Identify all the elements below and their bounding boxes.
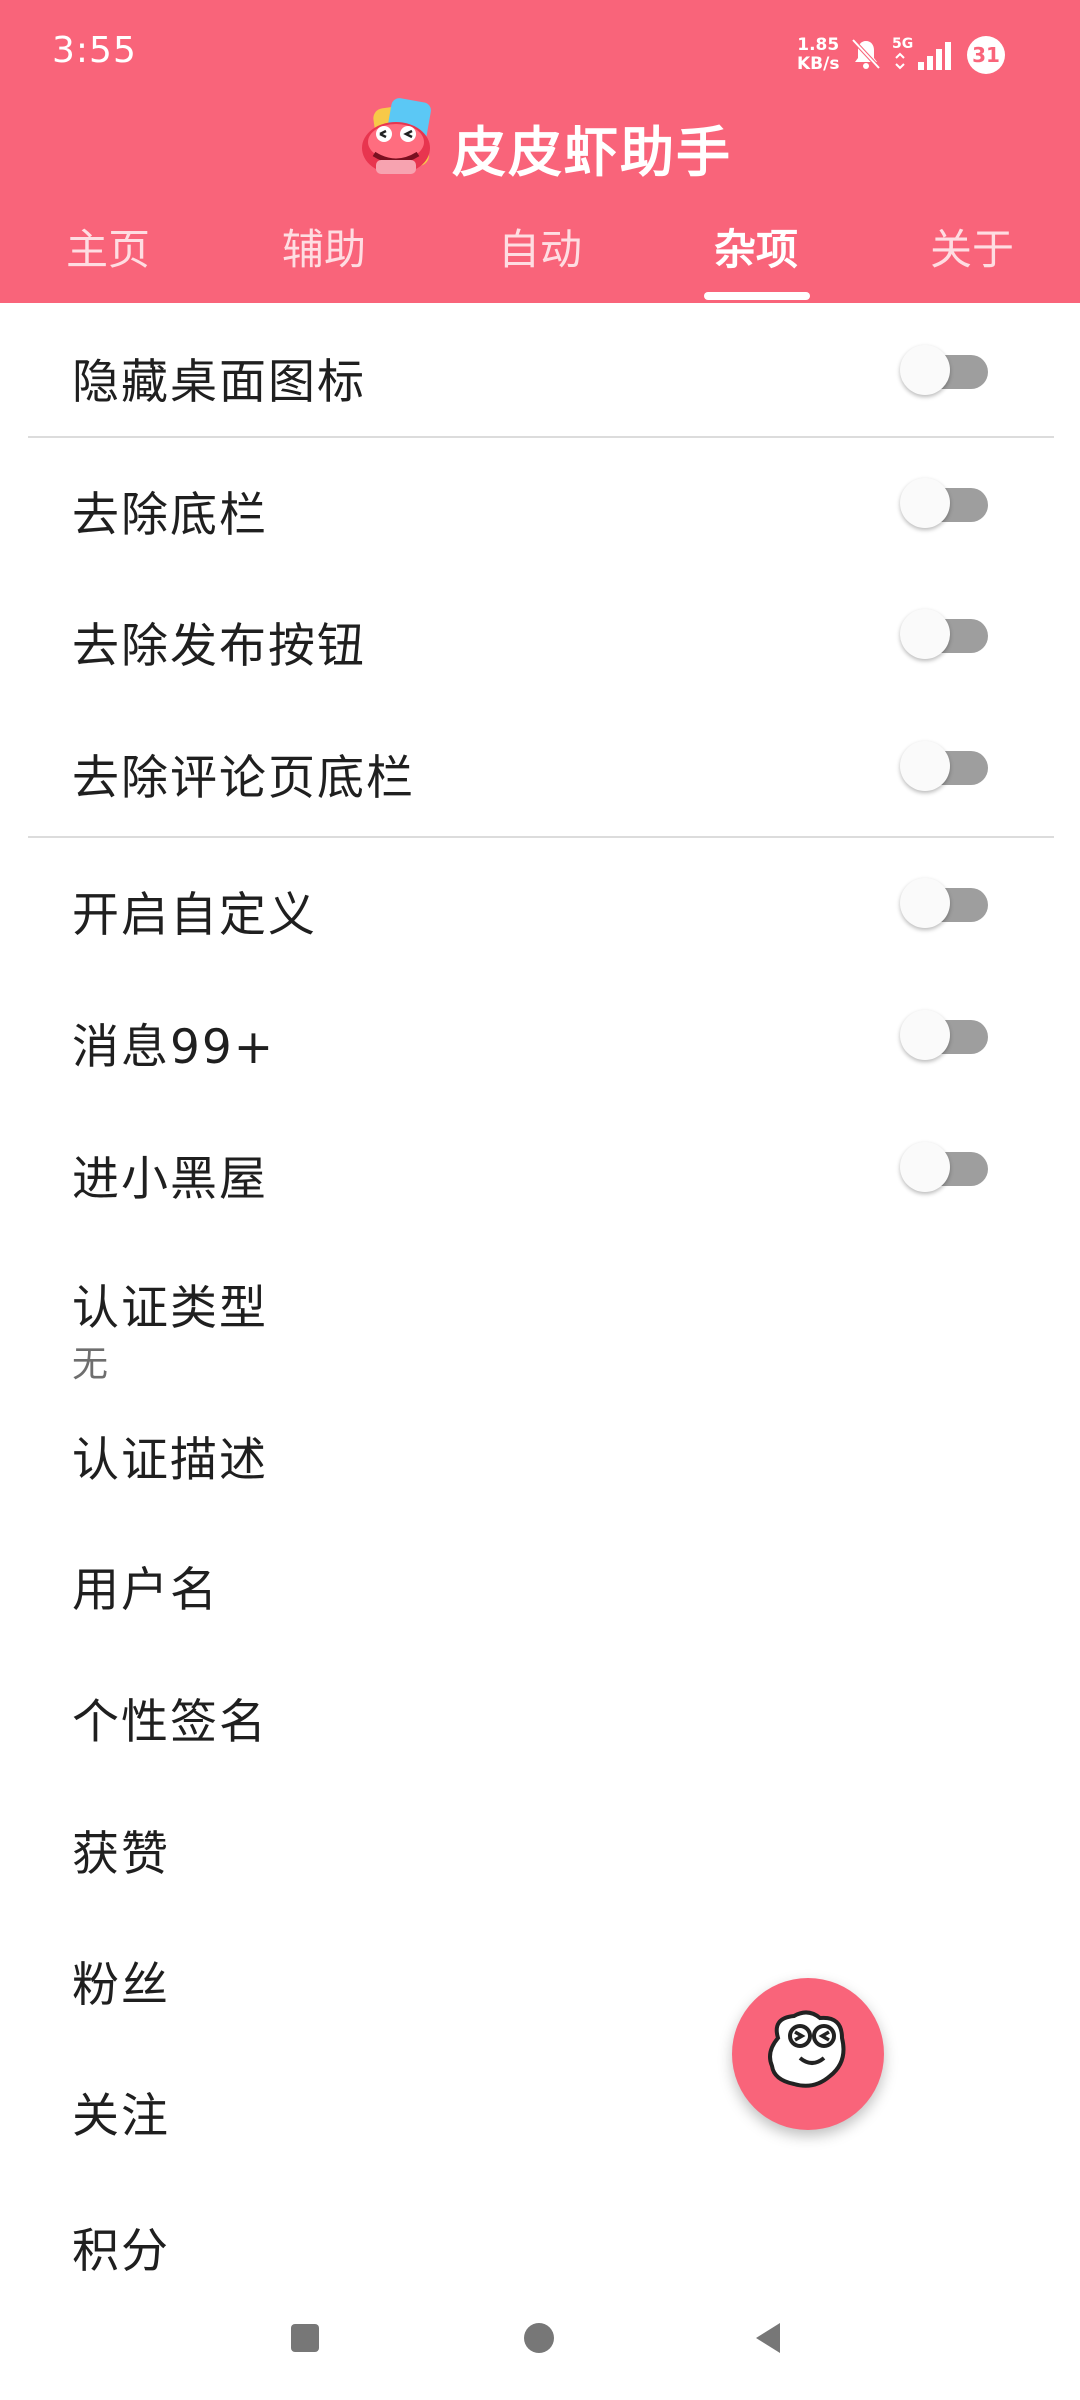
toggle-thumb	[900, 345, 950, 395]
network-speed: 1.85 KB/s	[797, 36, 839, 74]
black-room-toggle[interactable]	[900, 1142, 990, 1194]
status-bar: 3:55 1.85 KB/s 5G 31	[0, 0, 1080, 110]
setting-label: 个性签名	[72, 1695, 268, 1750]
setting-row-hide-icon[interactable]: 隐藏桌面图标	[0, 303, 1080, 436]
tab-auto[interactable]: 自动	[432, 210, 648, 303]
floating-action-button[interactable]	[732, 1978, 884, 2130]
setting-label: 粉丝	[72, 1958, 170, 2013]
setting-label: 进小黑屋	[72, 1152, 268, 1207]
toggle-thumb	[900, 1142, 950, 1192]
tab-home[interactable]: 主页	[0, 210, 216, 303]
network-speed-value: 1.85	[797, 35, 840, 55]
setting-label: 认证类型	[72, 1281, 268, 1336]
setting-row-remove-publish-button[interactable]: 去除发布按钮	[0, 570, 1080, 702]
setting-row-username[interactable]: 用户名	[0, 1515, 1080, 1647]
tab-about[interactable]: 关于	[864, 210, 1080, 303]
setting-row-auth-type[interactable]: 认证类型 无	[0, 1235, 1080, 1385]
home-icon[interactable]	[524, 2323, 554, 2353]
app-header: 3:55 1.85 KB/s 5G 31 皮皮虾助手 主页 辅助 自动 杂项 关…	[0, 0, 1080, 303]
toggle-thumb	[900, 878, 950, 928]
setting-row-remove-comment-bottom-bar[interactable]: 去除评论页底栏	[0, 702, 1080, 835]
setting-label: 用户名	[72, 1563, 219, 1618]
setting-row-black-room[interactable]: 进小黑屋	[0, 1102, 1080, 1235]
back-icon[interactable]	[756, 2323, 780, 2353]
app-logo-icon	[362, 98, 431, 174]
remove-comment-bottom-bar-toggle[interactable]	[900, 741, 990, 793]
setting-row-auth-desc[interactable]: 认证描述	[0, 1385, 1080, 1515]
setting-row-enable-custom[interactable]: 开启自定义	[0, 838, 1080, 970]
setting-row-points[interactable]: 积分	[0, 2172, 1080, 2271]
notification-count-badge: 31	[967, 36, 1005, 74]
setting-row-follows[interactable]: 关注	[0, 2041, 1080, 2172]
setting-row-remove-bottom-bar[interactable]: 去除底栏	[0, 438, 1080, 570]
hide-icon-toggle[interactable]	[900, 345, 990, 397]
remove-publish-button-toggle[interactable]	[900, 609, 990, 661]
setting-label: 认证描述	[72, 1433, 268, 1488]
muted-bell-icon	[851, 38, 881, 70]
setting-row-message-99[interactable]: 消息99+	[0, 970, 1080, 1102]
setting-label: 获赞	[72, 1827, 170, 1882]
network-speed-unit: KB/s	[797, 54, 840, 74]
setting-label: 去除评论页底栏	[72, 751, 415, 806]
settings-list[interactable]: 隐藏桌面图标 去除底栏 去除发布按钮 去除评论页底栏 开启自定义 消息99+ 进…	[0, 303, 1080, 2271]
message-99-toggle[interactable]	[900, 1010, 990, 1062]
tab-misc[interactable]: 杂项	[648, 210, 864, 303]
toggle-thumb	[900, 741, 950, 791]
enable-custom-toggle[interactable]	[900, 878, 990, 930]
setting-value: 无	[72, 1344, 109, 1385]
setting-row-fans[interactable]: 粉丝	[0, 1910, 1080, 2041]
tab-assist[interactable]: 辅助	[216, 210, 432, 303]
remove-bottom-bar-toggle[interactable]	[900, 478, 990, 530]
setting-label: 隐藏桌面图标	[72, 355, 366, 410]
signal-5g-icon: 5G	[892, 36, 951, 70]
toggle-thumb	[900, 609, 950, 659]
toggle-thumb	[900, 478, 950, 528]
app-title-row: 皮皮虾助手	[0, 96, 1080, 184]
setting-label: 开启自定义	[72, 888, 317, 943]
setting-label: 去除发布按钮	[72, 619, 366, 674]
recent-apps-icon[interactable]	[291, 2324, 319, 2352]
mascot-face-icon	[768, 2010, 846, 2088]
toggle-thumb	[900, 1010, 950, 1060]
setting-label: 去除底栏	[72, 488, 268, 543]
system-nav-bar	[0, 2271, 1080, 2400]
setting-label: 积分	[72, 2224, 170, 2271]
setting-label: 关注	[72, 2089, 170, 2144]
active-tab-indicator	[704, 292, 810, 300]
app-title: 皮皮虾助手	[452, 121, 732, 184]
network-type-label: 5G	[892, 36, 913, 52]
status-time: 3:55	[52, 30, 137, 71]
setting-row-likes[interactable]: 获赞	[0, 1779, 1080, 1910]
setting-row-signature[interactable]: 个性签名	[0, 1647, 1080, 1779]
tab-bar: 主页 辅助 自动 杂项 关于	[0, 210, 1080, 303]
setting-label: 消息99+	[72, 1020, 276, 1075]
